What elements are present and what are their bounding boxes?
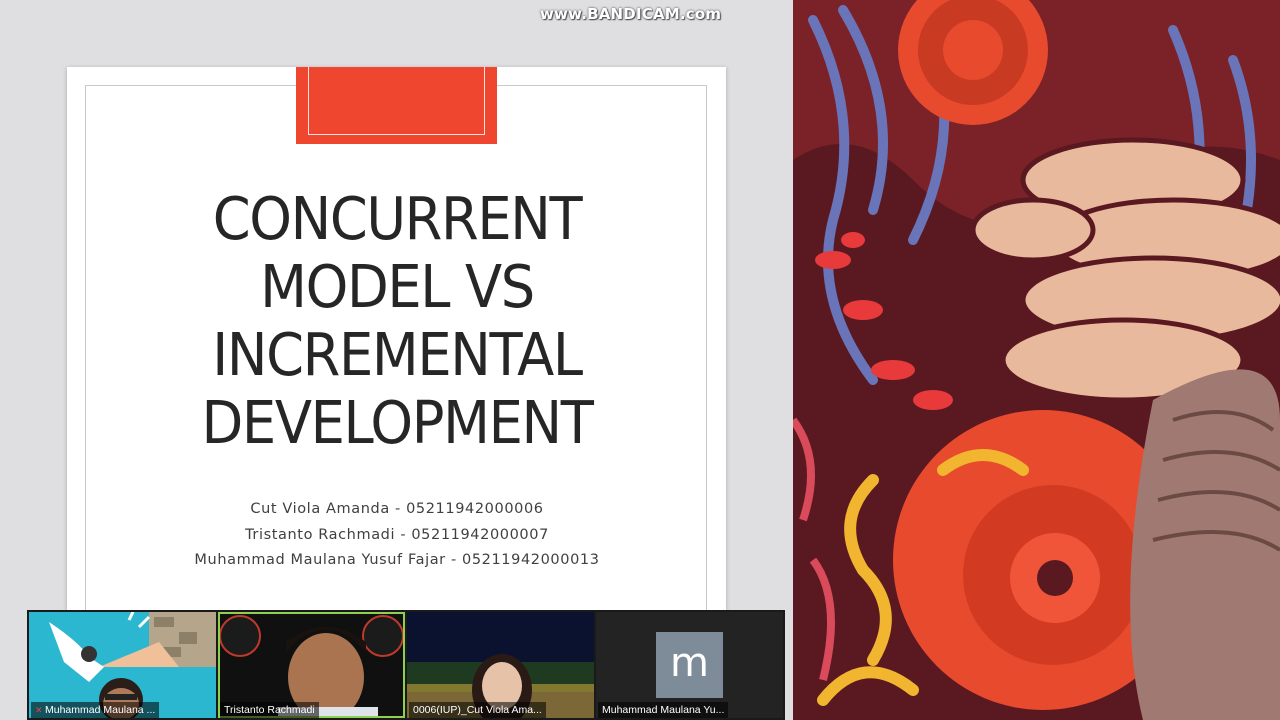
author-line: Muhammad Maulana Yusuf Fajar - 052119420… bbox=[194, 552, 600, 568]
participant-name: Muhammad Maulana Yu... bbox=[602, 704, 725, 716]
participant-name: Tristanto Rachmadi bbox=[224, 704, 315, 716]
author-line: Cut Viola Amanda - 05211942000006 bbox=[250, 501, 544, 517]
accent-inner-frame bbox=[308, 67, 485, 135]
presentation-slide: CONCURRENT MODEL VS INCREMENTAL DEVELOPM… bbox=[67, 67, 726, 610]
floral-pattern-image bbox=[793, 0, 1280, 720]
participant-name-label: Tristanto Rachmadi bbox=[220, 702, 319, 718]
participant-tile[interactable]: m Muhammad Maulana Yu... bbox=[596, 612, 783, 718]
title-line: DEVELOPMENT bbox=[201, 388, 594, 457]
title-line: INCREMENTAL bbox=[212, 320, 583, 389]
participant-tile[interactable]: 0006(IUP)_Cut Viola Ama... bbox=[407, 612, 594, 718]
video-participants-strip: ✕ Muhammad Maulana ... Tristanto Rachmadi… bbox=[27, 610, 785, 720]
participant-name: Muhammad Maulana ... bbox=[45, 704, 156, 716]
participant-name-label: Muhammad Maulana Yu... bbox=[598, 702, 729, 718]
participant-tile[interactable]: ✕ Muhammad Maulana ... bbox=[29, 612, 216, 718]
slide-accent-block bbox=[296, 67, 497, 144]
participant-tile-active[interactable]: Tristanto Rachmadi bbox=[218, 612, 405, 718]
avatar: m bbox=[656, 632, 723, 698]
bandicam-watermark: www.BANDICAM.com bbox=[540, 5, 722, 23]
mic-muted-icon: ✕ bbox=[35, 705, 43, 715]
title-line: CONCURRENT bbox=[212, 184, 583, 253]
slide-authors: Cut Viola Amanda - 05211942000006 Trista… bbox=[107, 497, 687, 574]
slide-title: CONCURRENT MODEL VS INCREMENTAL DEVELOPM… bbox=[149, 185, 646, 457]
participant-name-label: 0006(IUP)_Cut Viola Ama... bbox=[409, 702, 546, 718]
title-line: MODEL VS bbox=[260, 252, 535, 321]
author-line: Tristanto Rachmadi - 05211942000007 bbox=[245, 526, 549, 543]
participant-name-label: ✕ Muhammad Maulana ... bbox=[31, 702, 160, 718]
participant-name: 0006(IUP)_Cut Viola Ama... bbox=[413, 704, 542, 716]
